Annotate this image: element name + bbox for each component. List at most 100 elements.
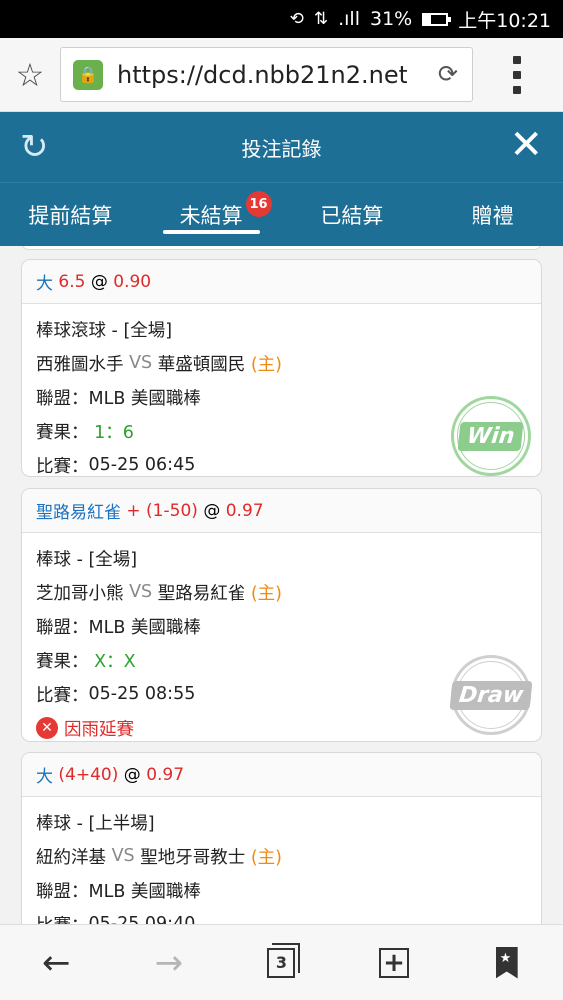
league-label: 聯盟： bbox=[36, 617, 89, 638]
line: + (1-50) bbox=[126, 500, 198, 521]
match-time: 05-25 08:55 bbox=[88, 684, 196, 704]
stamp-label: Draw bbox=[449, 680, 533, 710]
home-team: 芝加哥小熊 bbox=[36, 583, 124, 604]
selection: 大 bbox=[36, 274, 53, 294]
league-row: 聯盟： MLB 美國職棒 bbox=[36, 873, 527, 907]
time-label: 比賽： bbox=[36, 912, 89, 925]
league-label: 聯盟： bbox=[36, 388, 89, 409]
odds: 0.90 bbox=[113, 271, 152, 292]
home-tag: (主) bbox=[250, 583, 282, 604]
tab-gifts[interactable]: 贈禮 bbox=[422, 183, 563, 246]
market: 棒球滾球 - [全場] bbox=[36, 320, 173, 341]
tab-settled[interactable]: 已結算 bbox=[282, 183, 423, 246]
draw-stamp-icon: Draw bbox=[449, 655, 533, 735]
lock-icon: 🔒 bbox=[73, 59, 103, 90]
line: 6.5 bbox=[58, 271, 86, 292]
time-row: 比賽：05-25 09:40 bbox=[36, 907, 527, 924]
time-label: 比賽： bbox=[36, 685, 89, 706]
reload-icon[interactable]: ⟳ bbox=[438, 60, 458, 88]
matchup: 紐約洋基 VS 聖地牙哥教士 (主) bbox=[36, 839, 527, 873]
market: 棒球 - [全場] bbox=[36, 549, 138, 570]
market: 棒球 - [上半場] bbox=[36, 813, 155, 834]
matchup: 西雅圖水手 VS 華盛頓國民 (主) bbox=[36, 346, 527, 380]
line: (4+40) bbox=[58, 764, 119, 785]
signal-icon: .ıll bbox=[338, 8, 360, 30]
league-label: 聯盟： bbox=[36, 881, 89, 902]
away-team: 聖地牙哥教士 bbox=[140, 847, 246, 868]
rotation-icon: ⟲ bbox=[289, 9, 304, 29]
at-sign: @ bbox=[123, 764, 141, 785]
odds: 0.97 bbox=[146, 764, 185, 785]
refresh-icon[interactable]: ↻ bbox=[20, 127, 49, 167]
match-time: 05-25 09:40 bbox=[88, 914, 196, 924]
tabs-icon[interactable]: 3 bbox=[225, 925, 338, 1000]
tab-label: 已結算 bbox=[320, 203, 384, 228]
win-stamp-icon: Win bbox=[451, 396, 531, 476]
time-row: 比賽： 05-25 06:45 bbox=[36, 448, 527, 477]
tab-unsettled[interactable]: 未結算 16 bbox=[141, 183, 282, 246]
vs: VS bbox=[129, 353, 153, 373]
result-label: 賽果： bbox=[36, 651, 89, 672]
data-icon: ⇅ bbox=[313, 9, 329, 29]
address-bar[interactable]: 🔒 https://dcd.nbb21n2.net/bl ⟳ bbox=[60, 47, 473, 102]
stamp-label: Win bbox=[457, 421, 525, 451]
time-label: 比賽： bbox=[36, 456, 89, 477]
new-tab-icon[interactable]: + bbox=[338, 925, 451, 1000]
bet-card[interactable]: 大 (4+40) @ 0.97 棒球 - [上半場] 紐約洋基 VS 聖地牙哥教… bbox=[21, 752, 542, 924]
back-arrow-icon[interactable]: ← bbox=[0, 925, 113, 1000]
selection: 聖路易紅雀 bbox=[36, 503, 121, 523]
home-tag: (主) bbox=[250, 847, 282, 868]
tab-early-settle[interactable]: 提前結算 bbox=[0, 183, 141, 246]
bet-selection: 大 (4+40) @ 0.97 bbox=[22, 753, 541, 797]
result-row: 賽果： X：X bbox=[36, 643, 527, 677]
forward-arrow-icon[interactable]: → bbox=[113, 925, 226, 1000]
browser-bottom-nav: ← → 3 + bbox=[0, 924, 563, 1000]
away-team: 聖路易紅雀 bbox=[157, 583, 246, 604]
battery-percent: 31% bbox=[370, 8, 413, 30]
tab-label: 未結算 bbox=[179, 203, 243, 228]
status-text: 因雨延賽 bbox=[64, 719, 134, 740]
result-label: 賽果： bbox=[36, 422, 89, 443]
cancel-icon: ✕ bbox=[36, 717, 58, 739]
league: MLB 美國職棒 bbox=[88, 617, 201, 638]
away-team: 華盛頓國民 bbox=[157, 354, 246, 375]
bet-card[interactable]: 大 6.5 @ 0.90 棒球滾球 - [全場] 西雅圖水手 VS 華盛頓國民 … bbox=[21, 259, 542, 477]
tab-count: 3 bbox=[267, 942, 301, 978]
overflow-menu-icon[interactable] bbox=[473, 38, 561, 112]
odds: 0.97 bbox=[225, 500, 264, 521]
url-text[interactable]: https://dcd.nbb21n2.net/bl bbox=[117, 61, 407, 89]
bookmark-star-icon[interactable]: ☆ bbox=[0, 38, 60, 112]
status-row: ✕ 因雨延賽 bbox=[36, 711, 527, 741]
matchup: 芝加哥小熊 VS 聖路易紅雀 (主) bbox=[36, 575, 527, 609]
match-time: 05-25 06:45 bbox=[88, 455, 196, 475]
status-bar: ⟲ ⇅ .ıll 31% 上午10:21 bbox=[0, 0, 563, 38]
bet-selection: 大 6.5 @ 0.90 bbox=[22, 260, 541, 304]
home-team: 紐約洋基 bbox=[36, 847, 106, 868]
page-title: 投注記錄 bbox=[241, 136, 322, 161]
league-row: 聯盟： MLB 美國職棒 bbox=[36, 380, 527, 414]
at-sign: @ bbox=[90, 271, 108, 292]
selection: 大 bbox=[36, 767, 53, 787]
count-badge: 16 bbox=[245, 191, 272, 217]
vs: VS bbox=[111, 846, 135, 866]
bet-selection: 聖路易紅雀 + (1-50) @ 0.97 bbox=[22, 489, 541, 533]
result: 1：6 bbox=[94, 422, 134, 443]
bet-card[interactable]: 聖路易紅雀 + (1-50) @ 0.97 棒球 - [全場] 芝加哥小熊 VS… bbox=[21, 488, 542, 742]
league-row: 聯盟： MLB 美國職棒 bbox=[36, 609, 527, 643]
vs: VS bbox=[129, 582, 153, 602]
league: MLB 美國職棒 bbox=[88, 388, 201, 409]
home-team: 西雅圖水手 bbox=[36, 354, 124, 375]
close-icon[interactable]: ✕ bbox=[509, 122, 543, 168]
result: X：X bbox=[94, 651, 136, 672]
bookmarks-icon[interactable] bbox=[450, 925, 563, 1000]
bet-list[interactable]: 大 6.5 @ 0.90 棒球滾球 - [全場] 西雅圖水手 VS 華盛頓國民 … bbox=[0, 246, 563, 924]
tab-label: 提前結算 bbox=[28, 203, 113, 228]
league: MLB 美國職棒 bbox=[88, 881, 201, 902]
at-sign: @ bbox=[203, 500, 221, 521]
clock: 上午10:21 bbox=[458, 9, 551, 32]
previous-card-edge bbox=[21, 246, 542, 250]
home-tag: (主) bbox=[250, 354, 282, 375]
browser-toolbar: ☆ 🔒 https://dcd.nbb21n2.net/bl ⟳ bbox=[0, 38, 563, 112]
tab-label: 贈禮 bbox=[471, 203, 514, 228]
app-header: ↻ 投注記錄 ✕ bbox=[0, 112, 563, 182]
